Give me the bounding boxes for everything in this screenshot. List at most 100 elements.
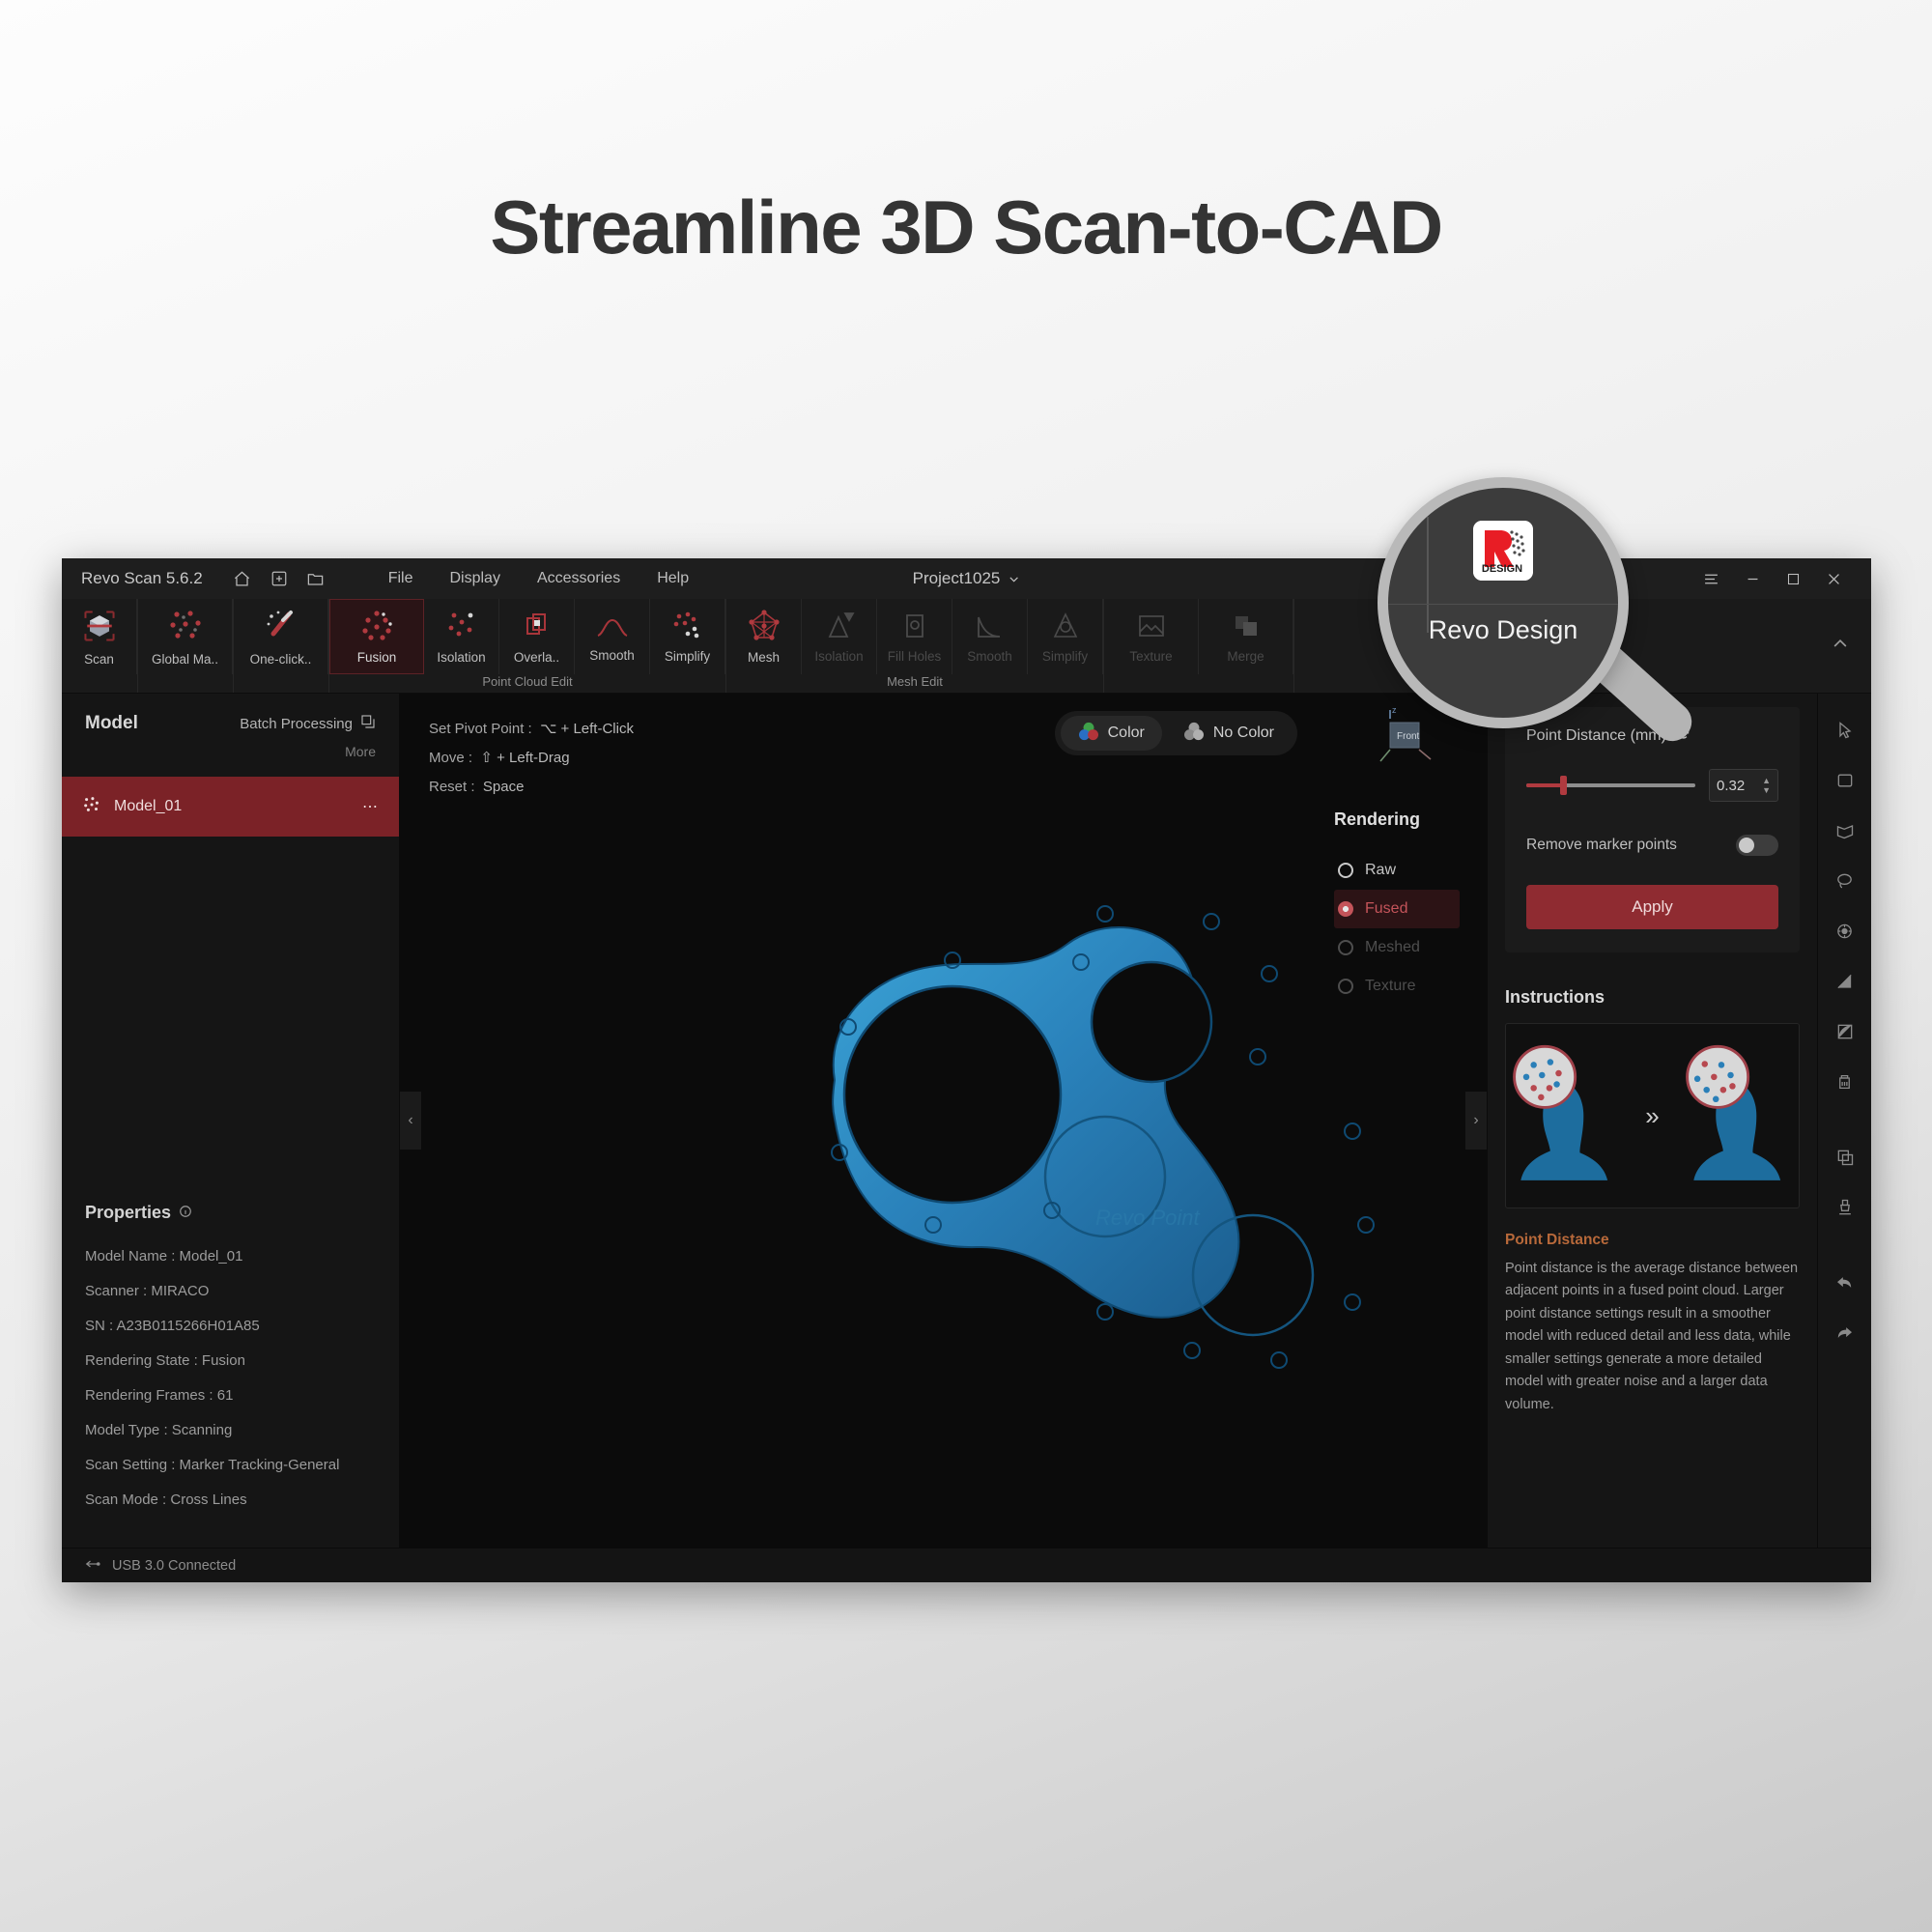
magnifier-divider [1427,517,1429,633]
info-icon[interactable] [179,1203,192,1223]
model-panel-title: Model [85,713,138,733]
ribbon-button-overlap[interactable]: Overla.. [499,599,575,674]
duplicate-icon[interactable] [1826,1138,1864,1177]
hint-reset-key: Reset : [429,779,475,795]
rendering-option-meshed: Meshed [1334,928,1460,967]
maximize-icon[interactable] [1786,572,1801,586]
magnifier-label: Revo Design [1428,615,1578,644]
menu-item-display[interactable]: Display [449,570,499,587]
gray-circles-icon [1183,722,1205,746]
minimize-icon[interactable] [1745,571,1761,587]
svg-text:z: z [1392,705,1397,715]
chevron-up-icon[interactable] [1831,634,1850,658]
undo-icon[interactable] [1826,1264,1864,1302]
menu-item-help[interactable]: Help [657,570,689,587]
ribbon-button-texture[interactable]: Texture [1104,599,1199,674]
home-icon[interactable] [226,562,259,595]
ribbon-button-mesh-simplify[interactable]: Simplify [1028,599,1103,674]
chevron-left-icon[interactable]: ‹ [400,1092,421,1150]
rendering-option-raw[interactable]: Raw [1334,851,1460,890]
instructions-illustration: » [1505,1023,1800,1208]
ribbon-button-global-markers[interactable]: Global Ma.. [138,599,233,674]
project-name: Project1025 [912,569,1001,587]
close-icon[interactable] [1826,571,1842,587]
ribbon-button-mesh-isolation[interactable]: Isolation [802,599,877,674]
ribbon-button-fill-holes[interactable]: Fill Holes [877,599,952,674]
project-selector[interactable]: Project1025 [913,569,1021,588]
new-project-icon[interactable] [263,562,296,595]
rendering-options: Rendering Raw Fused Meshed Texture [1334,810,1460,1006]
app-body: Model Batch Processing More Model_01 ⋯ P… [62,694,1871,1548]
stepper-arrows-icon[interactable]: ▲ ▼ [1762,776,1771,794]
view-axis-gizmo[interactable]: z Front [1365,705,1452,792]
model-panel: Model Batch Processing More Model_01 ⋯ P… [62,694,400,1548]
more-link[interactable]: More [62,734,399,759]
slider-knob[interactable] [1560,776,1567,795]
ribbon-button-one-click[interactable]: One-click.. [234,599,328,674]
bust-after-illustration [1685,1044,1780,1180]
ribbon-button-merge[interactable]: Merge [1199,599,1293,674]
cursor-select-icon[interactable] [1826,711,1864,750]
brush-select-icon[interactable] [1826,912,1864,951]
color-mode-color[interactable]: Color [1060,716,1162,751]
batch-processing-button[interactable]: Batch Processing [240,714,376,733]
3d-viewport[interactable]: Set Pivot Point : ⌥ + Left-Click Move : … [400,694,1487,1548]
color-mode-color-label: Color [1107,724,1145,741]
properties-title: Properties [85,1203,172,1222]
polygon-select-icon[interactable] [1826,811,1864,850]
apply-button[interactable]: Apply [1526,885,1778,929]
remove-marker-toggle[interactable] [1736,835,1778,856]
lasso-select-icon[interactable] [1826,862,1864,900]
delete-clipboard-icon[interactable] [1826,1063,1864,1101]
menu-item-file[interactable]: File [388,570,413,587]
magnifier-lens: DESIGN Revo Design [1378,477,1629,728]
ribbon-button-mesh[interactable]: Mesh [726,599,802,674]
rendering-label-meshed: Meshed [1365,939,1420,955]
revo-design-logo-icon: DESIGN [1473,521,1533,581]
more-dots-icon[interactable]: ⋯ [362,797,378,816]
ribbon-group-scan: Scan [62,599,138,693]
ribbon-button-mesh-smooth[interactable]: Smooth [952,599,1028,674]
property-rendering-frames: Rendering Frames : 61 [85,1387,234,1404]
hint-reset-value: Space [482,779,525,795]
point-distance-slider[interactable] [1526,776,1695,795]
smooth-curve-icon [594,611,631,644]
color-mode-no-color[interactable]: No Color [1166,716,1292,751]
ribbon-label-texture: Texture [1129,649,1173,665]
point-distance-slider-row: 0.32 ▲ ▼ [1526,769,1778,802]
model-item-name: Model_01 [114,798,183,814]
ribbon-label-smooth: Smooth [589,648,635,664]
remove-marker-row: Remove marker points [1526,835,1778,856]
radio-fused-icon [1338,901,1353,917]
ribbon-button-isolation[interactable]: Isolation [424,599,499,674]
ribbon-button-scan[interactable]: Scan [62,599,137,674]
paint-brush-icon[interactable] [1826,1188,1864,1227]
point-distance-input[interactable]: 0.32 ▲ ▼ [1709,769,1778,802]
viewport-hints: Set Pivot Point : ⌥ + Left-Click Move : … [429,715,634,802]
ribbon-button-smooth[interactable]: Smooth [575,599,650,674]
magnifier-hline [1388,604,1618,605]
ribbon-group-label-point-cloud-edit: Point Cloud Edit [482,674,573,689]
radio-texture-icon [1338,979,1353,994]
scan-cube-icon [78,607,121,648]
model-list-item[interactable]: Model_01 ⋯ [62,777,399,837]
menu-item-accessories[interactable]: Accessories [537,570,620,587]
ribbon-label-one-click: One-click.. [249,652,312,668]
rendering-option-fused[interactable]: Fused [1334,890,1460,928]
ribbon-button-fusion[interactable]: Fusion [329,599,424,674]
gradient-icon[interactable] [1826,962,1864,1001]
invert-selection-icon[interactable] [1826,1012,1864,1051]
global-markers-icon [165,607,206,648]
redo-icon[interactable] [1826,1314,1864,1352]
ribbon-button-simplify[interactable]: Simplify [650,599,725,674]
chevron-right-icon[interactable]: › [1465,1092,1487,1150]
radio-raw-icon [1338,863,1353,878]
revo-scan-window: Revo Scan 5.6.2 File Display Accessories… [62,558,1871,1582]
open-folder-icon[interactable] [299,562,332,595]
logo-word-design: DESIGN [1482,563,1522,575]
rectangle-select-icon[interactable] [1826,761,1864,800]
menu-icon[interactable] [1703,571,1719,587]
property-model-type: Model Type : Scanning [85,1422,233,1438]
overlap-icon [520,609,554,646]
ribbon-label-mesh-smooth: Smooth [967,649,1012,665]
